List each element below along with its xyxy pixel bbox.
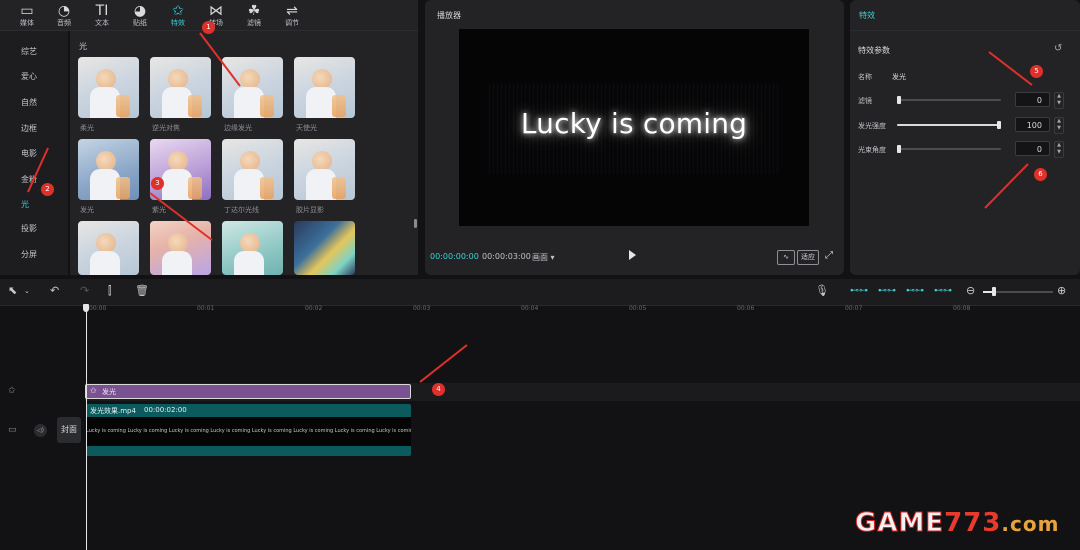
annotation-badge: 1 [202, 21, 215, 34]
annotation-badge: 2 [41, 183, 54, 196]
site-watermark: GAME773.com [854, 508, 1060, 539]
annotation-badge: 3 [151, 177, 164, 190]
annotation-badge: 6 [1034, 168, 1047, 181]
annotation-badge: 4 [432, 383, 445, 396]
annotation-badge: 5 [1030, 65, 1043, 78]
annotation-arrows [27, 32, 1033, 383]
